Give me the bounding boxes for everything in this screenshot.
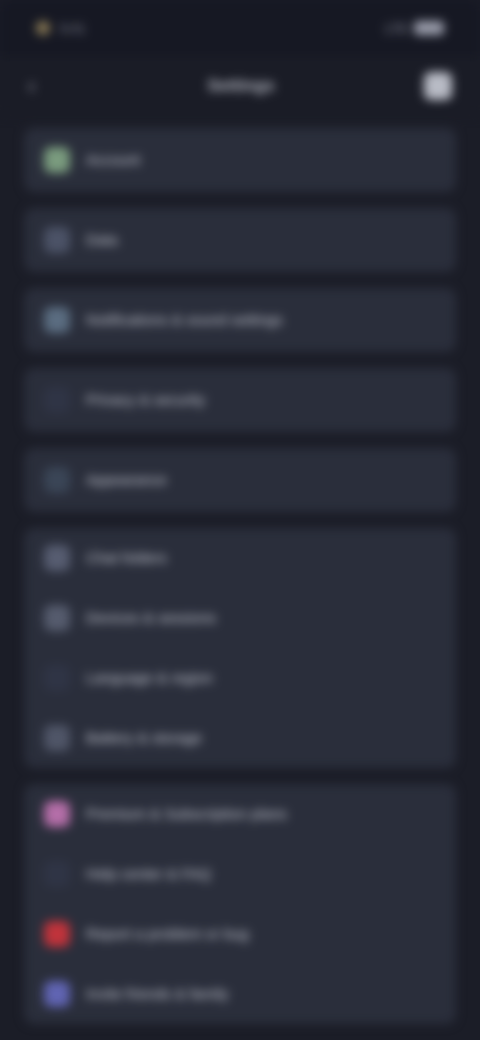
database-icon (44, 227, 70, 253)
back-button[interactable]: ‹ (28, 73, 58, 99)
settings-row-label: Data (86, 231, 118, 249)
settings-group: Notifications & sound settings (24, 288, 456, 352)
settings-row[interactable]: Report a problem or bug (24, 904, 456, 964)
alert-icon (44, 921, 70, 947)
page-title: Settings (207, 76, 275, 95)
user-icon (44, 147, 70, 173)
devices-icon (44, 605, 70, 631)
settings-row-label: Help center & FAQ (86, 865, 212, 883)
battery-icon (44, 725, 70, 751)
settings-row[interactable]: Data (24, 208, 456, 272)
settings-group: Appearance (24, 448, 456, 512)
battery-icon (414, 21, 444, 35)
settings-row[interactable]: Appearance (24, 448, 456, 512)
settings-row-label: Devices & sessions (86, 609, 217, 627)
settings-row-label: Invite friends & family (86, 985, 229, 1003)
status-time: 9:41 (60, 20, 86, 36)
settings-row-label: Chat folders (86, 549, 167, 567)
star-icon (44, 801, 70, 827)
settings-row-label: Premium & Subscription plans (86, 805, 287, 823)
settings-row[interactable]: Chat folders (24, 528, 456, 588)
status-bar: 9:41 LTE (0, 0, 480, 56)
invite-icon (44, 981, 70, 1007)
settings-row-label: Privacy & security (86, 391, 206, 409)
settings-list: Account Data Notifications & sound setting… (0, 128, 480, 1024)
settings-row[interactable]: Battery & storage (24, 708, 456, 768)
notification-dot-icon (36, 21, 50, 35)
settings-row[interactable]: Language & region (24, 648, 456, 708)
signal-label: LTE (385, 20, 408, 36)
settings-group: Premium & Subscription plans Help center … (24, 784, 456, 1024)
settings-row[interactable]: Notifications & sound settings (24, 288, 456, 352)
lock-icon (44, 387, 70, 413)
settings-row-label: Battery & storage (86, 729, 202, 747)
settings-row[interactable]: Premium & Subscription plans (24, 784, 456, 844)
settings-row[interactable]: Devices & sessions (24, 588, 456, 648)
settings-group: Privacy & security (24, 368, 456, 432)
navigation-bar: ‹ Settings (0, 56, 480, 116)
settings-row-label: Notifications & sound settings (86, 311, 283, 329)
settings-row-label: Account (86, 151, 141, 169)
settings-group: Account (24, 128, 456, 192)
settings-row[interactable]: Help center & FAQ (24, 844, 456, 904)
settings-group: Data (24, 208, 456, 272)
help-icon (44, 861, 70, 887)
folder-icon (44, 545, 70, 571)
globe-icon (44, 665, 70, 691)
settings-row-label: Appearance (86, 471, 167, 489)
settings-row-label: Report a problem or bug (86, 925, 249, 943)
settings-row[interactable]: Account (24, 128, 456, 192)
bell-icon (44, 307, 70, 333)
profile-icon[interactable] (424, 72, 452, 100)
palette-icon (44, 467, 70, 493)
settings-row-label: Language & region (86, 669, 213, 687)
settings-row[interactable]: Privacy & security (24, 368, 456, 432)
settings-row[interactable]: Invite friends & family (24, 964, 456, 1024)
settings-group: Chat folders Devices & sessions Language &… (24, 528, 456, 768)
